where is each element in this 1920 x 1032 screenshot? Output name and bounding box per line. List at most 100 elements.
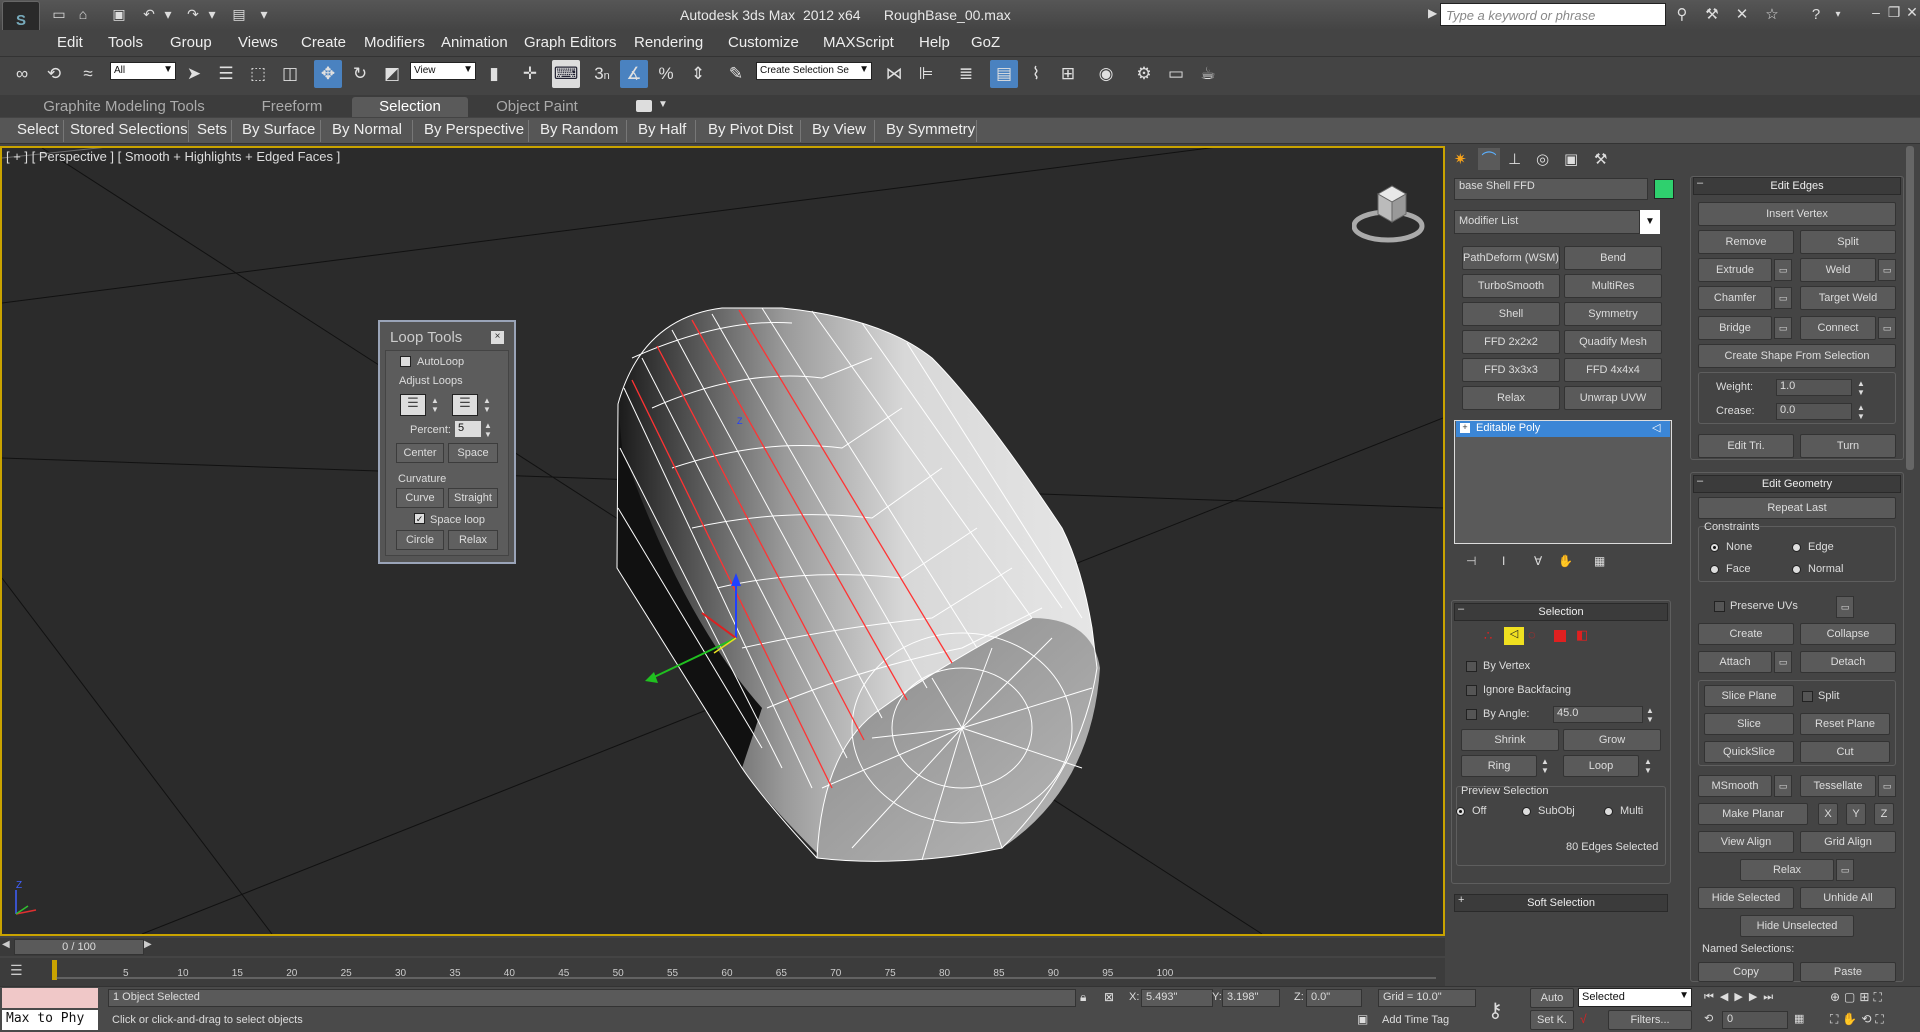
extrude-settings-icon[interactable]: ▭: [1774, 259, 1792, 281]
rect-region-icon[interactable]: ⬚: [244, 60, 272, 88]
maxscript-listener-mini[interactable]: [2, 988, 98, 1008]
copy-button[interactable]: Copy: [1698, 962, 1794, 982]
modifier-multires-button[interactable]: MultiRes: [1564, 274, 1662, 298]
relax-geometry-button[interactable]: Relax: [1740, 859, 1834, 881]
modifier-turbosmooth-button[interactable]: TurboSmooth: [1462, 274, 1560, 298]
menu-customize[interactable]: Customize: [728, 34, 799, 51]
undo-dropdown-icon[interactable]: ▾: [159, 5, 177, 23]
loop-preset-2-icon[interactable]: ☰: [452, 394, 478, 416]
make-planar-button[interactable]: Make Planar: [1698, 803, 1808, 825]
rendered-frame-icon[interactable]: ▭: [1162, 60, 1190, 88]
redo-dropdown-icon[interactable]: ▾: [203, 5, 221, 23]
tessellate-settings-icon[interactable]: ▭: [1878, 775, 1896, 797]
menu-graph-editors[interactable]: Graph Editors: [524, 34, 617, 51]
slice-button[interactable]: Slice: [1704, 713, 1794, 735]
utilities-panel-icon[interactable]: ⚒: [1594, 150, 1607, 168]
configure-sets-icon[interactable]: ▦: [1594, 554, 1605, 568]
edit-edges-header[interactable]: Edit Edges: [1693, 177, 1901, 195]
percent-input[interactable]: 5: [455, 421, 481, 437]
msmooth-settings-icon[interactable]: ▭: [1774, 775, 1792, 797]
msmooth-button[interactable]: MSmooth: [1698, 775, 1772, 797]
set-key-button[interactable]: Set K.: [1530, 1010, 1574, 1030]
split-checkbox[interactable]: [1802, 691, 1813, 702]
modifier-shell-button[interactable]: Shell: [1462, 302, 1560, 326]
rollout-scrollbar[interactable]: [1906, 146, 1914, 470]
spinner-snap-icon[interactable]: ⇕: [684, 60, 712, 88]
edge-mode-icon[interactable]: ◁: [1504, 627, 1524, 645]
key-mode-toggle-icon[interactable]: ⟲: [1704, 1012, 1713, 1025]
mirror-icon[interactable]: ⋈: [880, 60, 908, 88]
attach-settings-icon[interactable]: ▭: [1774, 651, 1792, 673]
tab-object-paint[interactable]: Object Paint: [478, 97, 596, 117]
graphite-toggle-icon[interactable]: ▤: [990, 60, 1018, 88]
loop-preset-2-spinner[interactable]: ▲ ▼: [482, 396, 492, 414]
grow-button[interactable]: Grow: [1563, 729, 1661, 751]
open-file-icon[interactable]: ⌂: [74, 5, 92, 23]
grid-align-button[interactable]: Grid Align: [1800, 831, 1896, 853]
crease-input[interactable]: 0.0: [1776, 403, 1852, 420]
loop-button[interactable]: Loop: [1563, 755, 1639, 777]
x-coordinate-input[interactable]: 5.493": [1141, 989, 1213, 1007]
by-angle-checkbox[interactable]: [1466, 709, 1477, 720]
help-dropdown-icon[interactable]: ▾: [1828, 5, 1848, 25]
show-end-result-icon[interactable]: Ι: [1502, 554, 1505, 568]
named-selection-set-dropdown[interactable]: Create Selection Se ▼: [756, 62, 872, 80]
constraint-normal-radio[interactable]: [1792, 565, 1801, 574]
collapse-button[interactable]: Collapse: [1800, 623, 1896, 645]
search-input[interactable]: Type a keyword or phrase: [1440, 3, 1666, 26]
weld-button[interactable]: Weld: [1800, 258, 1876, 282]
modifier-ffd3-button[interactable]: FFD 3x3x3: [1462, 358, 1560, 382]
viewport-label[interactable]: [ + ] [ Perspective ] [ Smooth + Highlig…: [6, 149, 340, 164]
ribbon-by-half[interactable]: By Half: [638, 121, 686, 138]
percent-snap-icon[interactable]: %: [652, 60, 680, 88]
object-name-field[interactable]: base Shell FFD: [1454, 178, 1648, 200]
loop-spinner[interactable]: ▲ ▼: [1643, 757, 1653, 775]
polygon-mode-icon[interactable]: [1554, 630, 1566, 642]
link-icon[interactable]: ∞: [8, 60, 36, 88]
constraint-edge-radio[interactable]: [1792, 543, 1801, 552]
maxscript-input[interactable]: Max to Phy: [2, 1010, 98, 1030]
menu-views[interactable]: Views: [238, 34, 278, 51]
view-align-button[interactable]: View Align: [1698, 831, 1794, 853]
redo-icon[interactable]: ↷: [184, 5, 202, 23]
weld-settings-icon[interactable]: ▭: [1878, 259, 1896, 281]
target-weld-button[interactable]: Target Weld: [1800, 286, 1896, 310]
tessellate-button[interactable]: Tessellate: [1800, 775, 1876, 797]
menu-goz[interactable]: GoZ: [971, 34, 1000, 51]
menu-edit[interactable]: Edit: [57, 34, 83, 51]
weight-input[interactable]: 1.0: [1776, 379, 1852, 396]
center-button[interactable]: Center: [396, 443, 444, 463]
element-mode-icon[interactable]: ◧: [1576, 627, 1588, 643]
constraint-face-radio[interactable]: [1710, 565, 1719, 574]
layer-manager-icon[interactable]: ≣: [952, 60, 980, 88]
time-slider-next-icon[interactable]: ▶: [144, 939, 152, 950]
ribbon-minimize-icon[interactable]: [636, 100, 652, 112]
chamfer-button[interactable]: Chamfer: [1698, 286, 1772, 310]
hide-selected-button[interactable]: Hide Selected: [1698, 887, 1794, 909]
preview-multi-radio[interactable]: [1604, 807, 1613, 816]
planar-y-button[interactable]: Y: [1846, 803, 1866, 825]
keyboard-shortcut-override-icon[interactable]: ⌨: [552, 60, 580, 88]
straight-button[interactable]: Straight: [448, 488, 498, 508]
motion-panel-icon[interactable]: ◎: [1536, 150, 1549, 168]
connect-settings-icon[interactable]: ▭: [1878, 317, 1896, 339]
reference-coordinate-dropdown[interactable]: View ▼: [410, 62, 476, 80]
menu-group[interactable]: Group: [170, 34, 212, 51]
planar-z-button[interactable]: Z: [1874, 803, 1894, 825]
curve-button[interactable]: Curve: [396, 488, 444, 508]
weight-spinner[interactable]: ▲ ▼: [1856, 379, 1866, 397]
lock-selection-icon[interactable]: 🔒︎: [1080, 990, 1086, 1005]
hide-unselected-button[interactable]: Hide Unselected: [1740, 915, 1854, 937]
viewport-nav-controls[interactable]: ⊕▢⊞⛶: [1830, 990, 1886, 1005]
shrink-button[interactable]: Shrink: [1461, 729, 1559, 751]
ribbon-select[interactable]: Select: [17, 121, 59, 138]
ribbon-dropdown-icon[interactable]: ▼: [658, 99, 668, 110]
ribbon-by-view[interactable]: By View: [812, 121, 866, 138]
chamfer-settings-icon[interactable]: ▭: [1774, 287, 1792, 309]
rollout-collapse-icon[interactable]: –: [1697, 475, 1703, 487]
bridge-settings-icon[interactable]: ▭: [1774, 317, 1792, 339]
circle-button[interactable]: Circle: [396, 530, 444, 550]
preserve-uvs-settings-icon[interactable]: ▭: [1836, 596, 1854, 618]
menu-rendering[interactable]: Rendering: [634, 34, 703, 51]
selection-filter-dropdown[interactable]: All ▼: [110, 62, 176, 80]
